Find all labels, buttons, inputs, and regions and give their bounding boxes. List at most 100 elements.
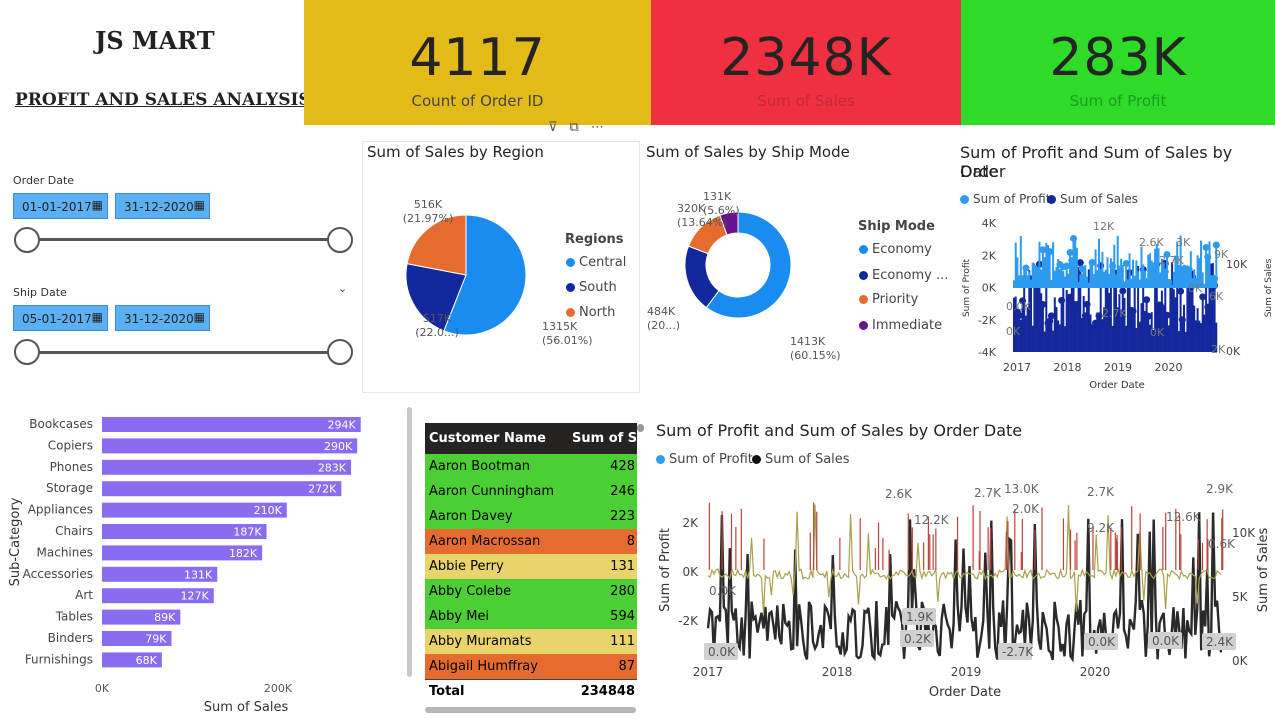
table-horizontal-scrollbar[interactable] (425, 707, 636, 713)
ship-mode-data-label: (20...) (647, 319, 680, 332)
ship-date-end-input[interactable]: 31-12-2020 ▦ (115, 305, 210, 331)
ship-date-slider-end-handle[interactable] (327, 339, 353, 365)
region-data-label: (56.01%) (542, 334, 593, 347)
small-y-right-tick: 0K (1226, 345, 1241, 358)
bar-chart-scrollbar[interactable] (407, 407, 412, 677)
calendar-icon[interactable]: ▦ (194, 310, 205, 324)
big-boxed-data-label: -2.7K (998, 643, 1034, 660)
big-data-label: 12.6K (1166, 510, 1202, 524)
legend-item-profit[interactable]: Sum of Profit (960, 192, 1050, 206)
table-row[interactable]: Abby Mei 594 (425, 604, 637, 629)
legend-item-north[interactable]: North (566, 305, 615, 320)
legend-item-immediate[interactable]: Immediate (859, 318, 942, 333)
big-x-axis-label: Order Date (929, 685, 1001, 700)
legend-label: Sum of Sales (765, 452, 850, 467)
legend-label: Priority (872, 292, 919, 307)
legend-item-sales[interactable]: Sum of Sales (752, 452, 850, 467)
customer-name-cell: Aaron Macrossan (429, 534, 541, 549)
table-row[interactable]: Aaron Cunningham 246 (425, 479, 637, 504)
calendar-icon[interactable]: ▦ (92, 198, 103, 212)
calendar-icon[interactable]: ▦ (92, 310, 103, 324)
bar-category-label: Appliances (28, 503, 93, 517)
legend-label: Sum of Profit (669, 452, 753, 467)
order-date-slider-start-handle[interactable] (14, 227, 40, 253)
subcategory-bar-chart[interactable]: Bookcases 294K Copiers 290K Phones 283K Storag… (0, 405, 400, 719)
small-data-label: 2.6K (1139, 236, 1164, 249)
legend-label: South (579, 280, 617, 295)
customer-name-cell: Abby Muramats (429, 634, 532, 649)
legend-item-profit[interactable]: Sum of Profit (656, 452, 753, 467)
order-date-end-input[interactable]: 31-12-2020 ▦ (115, 193, 210, 219)
big-y-right-tick: 0K (1232, 654, 1249, 668)
bar-category-label: Furnishings (25, 652, 93, 666)
region-data-label: (22.0...) (415, 326, 459, 339)
ship-mode-donut-chart[interactable]: 131K(5.6%)320K(13.64%)484K(20...)1413K(6… (640, 170, 855, 390)
table-row[interactable]: Abby Colebe 280 (425, 579, 637, 604)
column-header-customer[interactable]: Customer Name (425, 423, 568, 454)
bar-value-label: 283K (318, 461, 347, 474)
big-data-label: 9.2K (1087, 521, 1115, 535)
legend-item-economy-plus[interactable]: Economy ... (859, 268, 948, 283)
table-row[interactable]: Aaron Macrossan 8 (425, 529, 637, 554)
table-row[interactable]: Aaron Bootman 428 (425, 454, 637, 479)
order-date-slider-end-handle[interactable] (327, 227, 353, 253)
filter-icon[interactable]: ⊽ (548, 120, 570, 135)
legend-item-sales[interactable]: Sum of Sales (1047, 192, 1138, 206)
calendar-icon[interactable]: ▦ (194, 198, 205, 212)
big-sales-series[interactable] (706, 512, 1223, 663)
bar-value-label: 89K (154, 611, 176, 624)
small-data-label: 2.7K (1159, 254, 1184, 267)
legend-item-south[interactable]: South (566, 280, 617, 295)
bar-category-label: Phones (50, 460, 93, 474)
big-data-label: 2.6K (885, 487, 913, 501)
table-row[interactable]: Abby Muramats 111 (425, 629, 637, 654)
sales-cell: 8 (626, 534, 635, 549)
small-line-chart[interactable]: 4K2K0K-2K-4K10K0K2017 2018 2019 2020Order D… (956, 210, 1275, 395)
chevron-down-icon[interactable]: ⌄ (338, 282, 347, 295)
more-options-icon[interactable]: ⋯ (591, 120, 616, 135)
ship-mode-data-label: (13.64%) (677, 216, 728, 229)
bar-bookcases[interactable] (102, 417, 361, 432)
bar-phones[interactable] (102, 459, 352, 475)
customer-name-cell: Aaron Bootman (429, 459, 531, 474)
ship-mode-slice-economy[interactable] (684, 245, 720, 309)
legend-label: Economy ... (872, 268, 949, 283)
kpi-order-count-value: 4117 (409, 28, 546, 88)
table-row[interactable]: Abigail Humffray 87 (425, 654, 637, 679)
big-line-chart[interactable]: 2K 0K -2K 10K 5K 0K 2017 2018 2019 2020 Order Date… (650, 470, 1275, 719)
small-x-tick: 2019 (1104, 361, 1132, 374)
ship-mode-data-label: (60.15%) (790, 349, 841, 362)
ship-date-slider-track[interactable] (27, 351, 341, 354)
kpi-order-count-label: Count of Order ID (411, 92, 544, 110)
small-data-label: 0K (1150, 326, 1165, 339)
column-header-sales[interactable]: Sum of Sales (568, 423, 637, 454)
bar-value-label: 294K (328, 419, 357, 432)
table-row[interactable]: Abbie Perry 131 (425, 554, 637, 579)
small-y-right-tick: 10K (1226, 258, 1248, 271)
table-row[interactable]: Aaron Davey 223 (425, 504, 637, 529)
big-x-tick: 2020 (1080, 665, 1111, 679)
big-boxed-data-label: 0.2K (900, 630, 934, 647)
bar-category-label: Chairs (55, 524, 93, 538)
legend-item-priority[interactable]: Priority (859, 292, 918, 307)
ship-date-slider-start-handle[interactable] (14, 339, 40, 365)
bar-value-label: 182K (229, 547, 258, 560)
small-data-label: 3K (1176, 236, 1191, 249)
big-data-label: 13.0K (1004, 482, 1040, 496)
legend-item-economy[interactable]: Economy (859, 242, 932, 257)
ship-mode-data-label: 320K (677, 202, 706, 215)
small-y-left-tick: -2K (978, 314, 997, 327)
svg-text:-2.7K: -2.7K (1002, 645, 1034, 659)
order-date-start-input[interactable]: 01-01-2017 ▦ (13, 193, 108, 219)
focus-mode-icon[interactable]: ⧉ (570, 120, 591, 135)
bar-value-label: 131K (184, 568, 213, 581)
ship-date-start-input[interactable]: 05-01-2017 ▦ (13, 305, 108, 331)
legend-item-central[interactable]: Central (566, 255, 626, 270)
bar-copiers[interactable] (102, 438, 358, 454)
bar-storage[interactable] (102, 481, 342, 497)
small-data-label: 6K (1209, 290, 1224, 303)
order-date-slider-track[interactable] (27, 238, 341, 241)
customer-table[interactable]: Customer Name Sum of Sales Aaron Bootman… (425, 423, 637, 707)
table-scroll-dot[interactable] (637, 424, 644, 432)
customer-name-cell: Aaron Davey (429, 509, 513, 524)
